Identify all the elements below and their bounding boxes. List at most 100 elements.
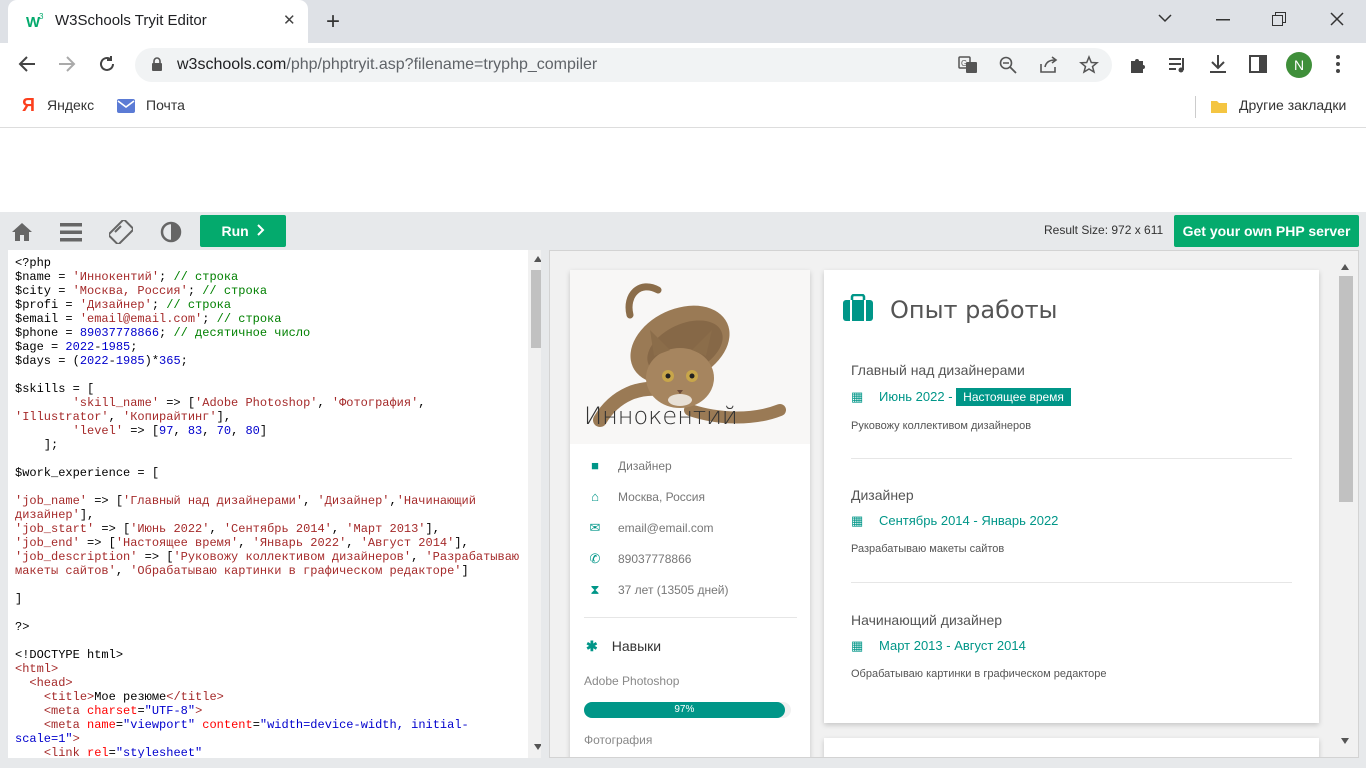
result-size: Result Size: 972 x 611 <box>1044 223 1164 237</box>
profile-photo: Иннокентий <box>570 270 810 444</box>
tab-strip: W3 W3Schools Tryit Editor ✕ + <box>0 0 1366 43</box>
experience-heading: Опыт работы <box>890 296 1058 324</box>
skill-progress-bar: 97% <box>584 702 791 718</box>
job-description: Разрабатываю макеты сайтов <box>851 543 1005 555</box>
job-description: Руковожу коллективом дизайнеров <box>851 420 1032 432</box>
code-text[interactable]: <?php $name = 'Иннокентий'; // строка $c… <box>15 256 521 758</box>
profile-avatar[interactable]: N <box>1286 52 1312 78</box>
minimize-icon[interactable] <box>1216 19 1230 21</box>
w3schools-favicon-icon: W3 <box>26 12 44 30</box>
editor-scrollbar[interactable] <box>528 250 541 758</box>
run-button[interactable]: Run <box>200 215 286 247</box>
code-editor[interactable]: <?php $name = 'Иннокентий'; // строка $c… <box>8 250 541 758</box>
side-panel-icon[interactable] <box>1249 55 1267 73</box>
back-arrow-icon[interactable] <box>18 56 36 72</box>
bookmarks-divider <box>1195 96 1196 118</box>
yandex-logo-icon: Я <box>22 95 35 115</box>
job-title: Дизайнер <box>851 487 914 503</box>
experience-card: Опыт работы Главный над дизайнерами ▦ Июн… <box>824 270 1319 723</box>
restore-icon[interactable] <box>1272 12 1286 26</box>
skill-label: Фотография <box>584 733 653 747</box>
tab-search-chevron-icon[interactable] <box>1158 13 1172 23</box>
scroll-up-icon[interactable] <box>533 255 541 263</box>
suitcase-icon <box>843 294 873 321</box>
svg-text:3: 3 <box>39 12 44 21</box>
info-email: ✉ email@email.com <box>586 520 714 536</box>
info-profession: ■ Дизайнер <box>586 458 672 473</box>
home-icon: ⌂ <box>591 489 599 504</box>
page-top-area <box>0 128 1366 212</box>
chevron-right-icon <box>256 224 264 236</box>
calendar-icon: ▦ <box>851 389 864 404</box>
calendar-icon: ▦ <box>851 513 864 528</box>
browser-tab[interactable]: W3 W3Schools Tryit Editor ✕ <box>8 0 308 43</box>
skill-progress-fill: 97% <box>584 702 785 718</box>
editor-scroll-thumb[interactable] <box>531 270 541 348</box>
extensions-puzzle-icon[interactable] <box>1128 55 1148 75</box>
job-entry: Главный над дизайнерами ▦ Июнь 2022 - Нас… <box>851 362 1292 432</box>
menu-dots-icon[interactable] <box>1336 55 1340 73</box>
work-area: <?php $name = 'Иннокентий'; // строка $c… <box>0 250 1366 768</box>
result-panel: Иннокентий ■ Дизайнер ⌂ Москва, Россия ✉ em… <box>549 250 1359 758</box>
other-bookmarks[interactable]: Другие закладки <box>1239 97 1346 113</box>
url-text[interactable]: w3schools.com/php/phptryit.asp?filename=… <box>177 56 597 74</box>
folder-icon <box>1211 101 1227 113</box>
reload-icon[interactable] <box>98 55 116 73</box>
bookmarks-bar: Я Яндекс Почта Другие закладки <box>0 88 1366 128</box>
info-city: ⌂ Москва, Россия <box>586 489 705 504</box>
current-badge: Настоящее время <box>956 388 1071 406</box>
new-tab-button[interactable]: + <box>326 8 340 36</box>
divider <box>584 617 797 618</box>
next-card <box>824 738 1319 757</box>
profile-name: Иннокентий <box>584 402 738 430</box>
forward-arrow-icon[interactable] <box>58 56 76 72</box>
calendar-icon: ▦ <box>851 638 864 653</box>
hourglass-icon: ⧗ <box>590 582 600 597</box>
lock-icon <box>152 57 162 71</box>
zoom-icon[interactable] <box>999 56 1017 74</box>
job-entry: Дизайнер ▦ Сентябрь 2014 - Январь 2022 Ра… <box>851 487 1292 555</box>
result-scroll-thumb[interactable] <box>1339 276 1353 502</box>
briefcase-icon: ■ <box>591 458 599 473</box>
omnibox[interactable]: w3schools.com/php/phptryit.asp?filename=… <box>135 48 1112 82</box>
tryit-toolbar: Run Result Size: 972 x 611 Get your own … <box>0 212 1366 250</box>
close-window-icon[interactable] <box>1330 12 1344 26</box>
scroll-down-icon[interactable] <box>533 743 541 751</box>
divider <box>851 582 1292 583</box>
job-dates: ▦ Март 2013 - Август 2014 <box>851 638 1026 653</box>
job-title: Главный над дизайнерами <box>851 362 1025 378</box>
bookmark-yandex[interactable]: Яндекс <box>47 97 94 113</box>
address-bar-row: w3schools.com/php/phptryit.asp?filename=… <box>0 43 1366 88</box>
job-title: Начинающий дизайнер <box>851 612 1003 628</box>
tab-title: W3Schools Tryit Editor <box>55 12 207 29</box>
skills-heading: ✱ Навыки <box>586 638 662 654</box>
result-scrollbar[interactable] <box>1331 251 1358 757</box>
scroll-up-icon[interactable] <box>1340 263 1350 271</box>
translate-icon[interactable]: G <box>958 56 978 74</box>
reading-list-icon[interactable] <box>1168 56 1188 74</box>
result-frame: Иннокентий ■ Дизайнер ⌂ Москва, Россия ✉ em… <box>550 251 1340 757</box>
home-icon[interactable] <box>10 220 34 244</box>
envelope-icon: ✉ <box>589 520 601 535</box>
divider <box>851 458 1292 459</box>
info-phone: ✆ 89037778866 <box>586 551 692 567</box>
dark-mode-icon[interactable] <box>159 220 183 244</box>
skill-label: Adobe Photoshop <box>584 674 680 688</box>
rotate-layout-icon[interactable] <box>109 220 133 244</box>
profile-card: Иннокентий ■ Дизайнер ⌂ Москва, Россия ✉ em… <box>570 270 810 757</box>
menu-icon[interactable] <box>59 220 83 244</box>
mail-icon <box>117 99 135 113</box>
job-entry: Начинающий дизайнер ▦ Март 2013 - Август … <box>851 612 1292 680</box>
job-description: Обрабатываю картинки в графическом редак… <box>851 668 1107 680</box>
phone-icon: ✆ <box>589 551 601 566</box>
bookmark-star-icon[interactable] <box>1079 55 1099 75</box>
download-icon[interactable] <box>1208 54 1228 74</box>
get-php-server-button[interactable]: Get your own PHP server <box>1174 215 1359 247</box>
job-dates: ▦ Июнь 2022 - Настоящее время <box>851 388 1292 406</box>
bookmark-mail[interactable]: Почта <box>146 97 185 113</box>
asterisk-icon: ✱ <box>586 638 598 654</box>
share-icon[interactable] <box>1039 56 1059 74</box>
scroll-down-icon[interactable] <box>1340 737 1350 745</box>
job-dates: ▦ Сентябрь 2014 - Январь 2022 <box>851 513 1059 528</box>
close-tab-icon[interactable]: ✕ <box>283 11 296 29</box>
